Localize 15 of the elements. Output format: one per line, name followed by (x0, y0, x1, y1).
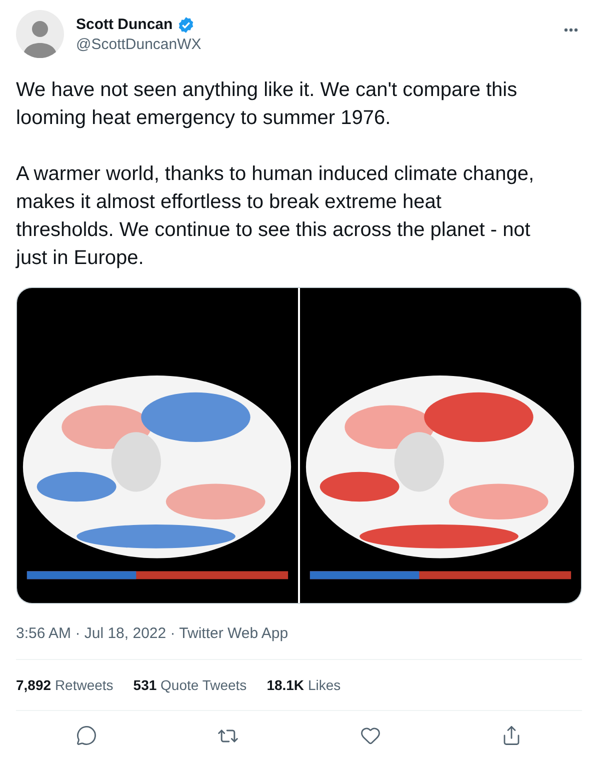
stat-link[interactable]: 18.1K Likes (266, 675, 341, 695)
like-button[interactable] (360, 725, 381, 746)
reply-icon (76, 725, 98, 746)
author-handle: @ScottDuncanWX (76, 35, 202, 55)
stat-link[interactable]: 531 Quote Tweets (133, 675, 247, 695)
reply-button[interactable] (76, 725, 98, 746)
avatar[interactable] (16, 10, 64, 58)
like-icon (360, 725, 381, 746)
author-name[interactable]: Scott Duncan (76, 15, 173, 35)
tweet-text: We have not seen anything like it. We can't compare this looming heat emergency to summer 1976. (16, 78, 518, 131)
tweet-text: A warmer world, thanks to human induced climate change, makes it almost effortless to break extreme heat thresholds. We continue to see this across the planet - not just in Europe. (16, 162, 536, 271)
more-options-button[interactable] (564, 28, 578, 32)
tweet-timestamp[interactable]: 3:56 AM · Jul 18, 2022 · Twitter Web App (16, 624, 582, 644)
more-icon (564, 28, 578, 32)
stat-link[interactable]: 7,892 Retweets (16, 675, 114, 695)
